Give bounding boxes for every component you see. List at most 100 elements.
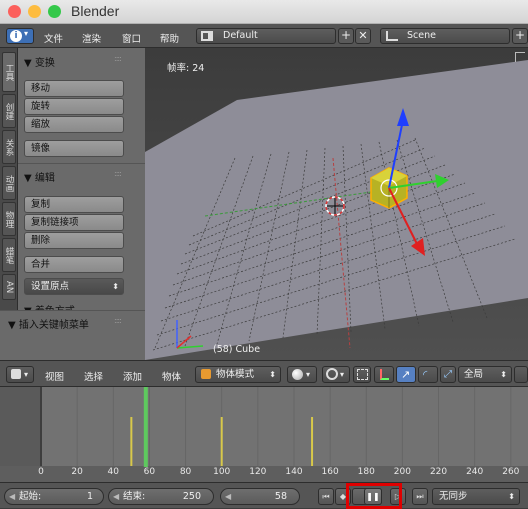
timeline-tick-label: 0 bbox=[38, 467, 44, 477]
timeline-tick-label: 100 bbox=[213, 467, 231, 477]
menu-window[interactable]: 窗口 bbox=[122, 31, 141, 45]
menu-object[interactable]: 物体 bbox=[162, 369, 181, 383]
timeline-tick-label: 140 bbox=[285, 467, 303, 477]
decrement-arrow-icon[interactable]: ◀ bbox=[225, 489, 231, 504]
jump-to-start-button[interactable]: ⏮ bbox=[318, 488, 334, 505]
duplicate-linked-button[interactable]: 复制链接项 bbox=[24, 214, 124, 231]
operator-panel: ▼ 插入关键帧菜单 :::: bbox=[0, 310, 145, 360]
tab-physics[interactable]: 物理 bbox=[2, 202, 16, 236]
transform-orientation-dropdown[interactable]: 全局 ⬍ bbox=[458, 366, 512, 383]
menu-view[interactable]: 视图 bbox=[45, 369, 64, 383]
set-origin-dropdown[interactable]: 设置原点 ⬍ bbox=[24, 278, 124, 295]
timeline-tick-label: 160 bbox=[321, 467, 339, 477]
cube-editor-icon bbox=[11, 369, 21, 379]
manipulator-icon bbox=[357, 369, 368, 380]
updown-arrows-icon: ⬍ bbox=[500, 370, 507, 379]
timeline-tick-label: 80 bbox=[179, 467, 192, 477]
current-frame-value: 58 bbox=[274, 491, 287, 502]
timeline-tick-label: 220 bbox=[429, 467, 448, 477]
decrement-arrow-icon[interactable]: ◀ bbox=[113, 489, 119, 504]
layout-grid-icon bbox=[201, 31, 213, 41]
keyframe-marker[interactable] bbox=[220, 417, 223, 466]
jump-to-end-button[interactable]: ⏭ bbox=[412, 488, 428, 505]
current-frame-field[interactable]: ◀ 58 bbox=[220, 488, 300, 505]
drag-grip-icon[interactable]: :::: bbox=[114, 316, 122, 325]
rotate-icon: ◜ bbox=[423, 368, 428, 381]
chevron-down-icon: ▾ bbox=[306, 370, 311, 379]
axes-icon bbox=[380, 369, 389, 380]
drag-grip-icon[interactable]: :::: bbox=[114, 54, 122, 63]
scene-selector[interactable]: Scene bbox=[380, 28, 510, 44]
end-frame-value: 250 bbox=[182, 491, 201, 502]
timeline-editor[interactable]: 0 20 40 60 80 100 120 140 160 180 200 220 240 260 bbox=[0, 387, 528, 482]
duplicate-button[interactable]: 复制 bbox=[24, 196, 124, 213]
transform-orientation-label: 全局 bbox=[464, 369, 484, 380]
menu-render[interactable]: 渲染 bbox=[82, 31, 101, 45]
3d-cursor-icon[interactable] bbox=[325, 196, 345, 216]
end-frame-label: 结束: bbox=[123, 491, 146, 502]
tab-relations[interactable]: 关系 bbox=[2, 130, 16, 164]
insert-keyframe-menu-header[interactable]: ▼ 插入关键帧菜单 bbox=[8, 316, 89, 331]
keyframe-marker[interactable] bbox=[130, 417, 133, 466]
tab-tools[interactable]: 工具 bbox=[2, 52, 16, 92]
sync-mode-dropdown[interactable]: 无同步 ⬍ bbox=[432, 488, 520, 505]
chevron-down-icon: ▾ bbox=[24, 370, 29, 379]
shading-dropdown[interactable]: ▾ bbox=[287, 366, 317, 383]
menu-select[interactable]: 选择 bbox=[84, 369, 103, 383]
menu-help[interactable]: 帮助 bbox=[160, 31, 179, 45]
current-frame-cursor[interactable] bbox=[143, 387, 148, 467]
move-button[interactable]: 移动 bbox=[24, 80, 124, 97]
updown-arrows-icon: ⬍ bbox=[269, 370, 276, 379]
tab-grease-pencil[interactable]: 蜡笔 bbox=[2, 238, 16, 272]
pivot-point-dropdown[interactable]: ▾ bbox=[322, 366, 350, 383]
editor-type-button[interactable]: i ▾ bbox=[6, 28, 34, 44]
rotate-button[interactable]: 旋转 bbox=[24, 98, 124, 115]
3d-viewport[interactable]: 帧率: 24 (58) Cube bbox=[145, 48, 528, 360]
info-icon: i bbox=[10, 30, 22, 42]
decrement-arrow-icon[interactable]: ◀ bbox=[9, 489, 15, 504]
keyframe-marker[interactable] bbox=[311, 417, 314, 466]
delete-button[interactable]: 删除 bbox=[24, 232, 124, 249]
edit-panel-header[interactable]: ▼ 编辑 bbox=[24, 169, 55, 184]
layout-selector[interactable]: Default bbox=[196, 28, 336, 44]
manipulator-toggle[interactable] bbox=[353, 366, 371, 383]
scale-manipulator-button[interactable]: ⤢ bbox=[440, 366, 456, 383]
remove-layout-icon[interactable]: ✕ bbox=[355, 28, 371, 44]
jump-start-icon: ⏮ bbox=[322, 492, 330, 501]
menu-file[interactable]: 文件 bbox=[44, 31, 63, 45]
translate-manipulator-button[interactable] bbox=[374, 366, 394, 383]
keyframe-marker[interactable] bbox=[40, 387, 42, 466]
move-manipulator-button[interactable]: ↗ bbox=[396, 366, 416, 383]
chevron-down-icon: ▾ bbox=[340, 370, 345, 379]
maximize-window-button[interactable] bbox=[48, 5, 61, 18]
drag-grip-icon[interactable]: :::: bbox=[114, 169, 122, 178]
minimize-window-button[interactable] bbox=[28, 5, 41, 18]
interaction-mode-dropdown[interactable]: 物体模式 ⬍ bbox=[195, 366, 281, 383]
add-layout-icon[interactable]: + bbox=[338, 28, 354, 44]
tab-create[interactable]: 创建 bbox=[2, 94, 16, 128]
shading-panel-header[interactable]: ▼ 着色方式 bbox=[24, 302, 75, 310]
timeline-controls: ◀ 起始: 1 ◀ 结束: 250 ◀ 58 ⏮ ◆ ◀ ❚❚ ▷ ⏭ 无同步 … bbox=[0, 482, 528, 509]
scale-button[interactable]: 缩放 bbox=[24, 116, 124, 133]
start-frame-field[interactable]: ◀ 起始: 1 bbox=[4, 488, 104, 505]
menu-add[interactable]: 添加 bbox=[123, 369, 142, 383]
viewport-expand-icon[interactable] bbox=[515, 52, 525, 62]
start-frame-value: 1 bbox=[86, 491, 93, 502]
tab-animation[interactable]: 动画 bbox=[2, 166, 16, 200]
viewport-scene bbox=[145, 48, 528, 360]
close-window-button[interactable] bbox=[8, 5, 21, 18]
mirror-button[interactable]: 镜像 bbox=[24, 140, 124, 157]
sync-mode-label: 无同步 bbox=[439, 491, 468, 502]
chevron-down-icon: ▾ bbox=[24, 29, 29, 38]
rotate-manipulator-button[interactable]: ◜ bbox=[418, 366, 438, 383]
join-button[interactable]: 合并 bbox=[24, 256, 124, 273]
editor-type-button[interactable]: ▾ bbox=[6, 366, 34, 383]
end-frame-field[interactable]: ◀ 结束: 250 bbox=[108, 488, 214, 505]
add-scene-icon[interactable]: + bbox=[512, 28, 528, 44]
transform-panel-header[interactable]: ▼ 变换 bbox=[24, 54, 55, 69]
start-frame-label: 起始: bbox=[19, 491, 42, 502]
timeline-tick-label: 240 bbox=[466, 467, 484, 477]
tool-shelf-panel: ▼ 变换 :::: 移动 旋转 缩放 镜像 ▼ 编辑 :::: 复制 复制链接项… bbox=[18, 48, 145, 310]
tab-an[interactable]: AN bbox=[2, 274, 16, 300]
layers-button[interactable] bbox=[514, 366, 528, 383]
